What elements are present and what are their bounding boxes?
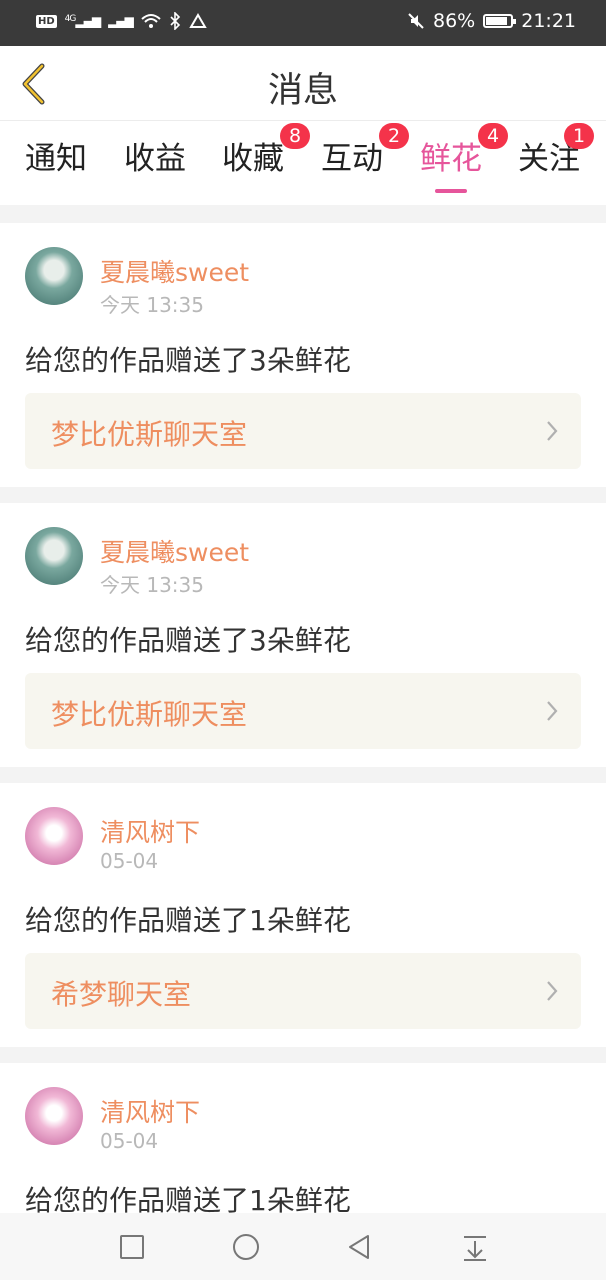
- status-left-icons: HD 4G▂▄▆ ▂▄▆: [36, 12, 207, 30]
- message-time: 05-04: [100, 849, 159, 873]
- chatroom-link[interactable]: 希梦聊天室: [25, 953, 581, 1029]
- chatroom-link[interactable]: 梦比优斯聊天室: [25, 673, 581, 749]
- message-time: 今天 13:35: [100, 573, 204, 597]
- tab-favorites[interactable]: 收藏 8: [222, 123, 310, 193]
- bluetooth-icon: [170, 12, 180, 30]
- notification-pull-button[interactable]: [459, 1231, 491, 1263]
- hd-icon: HD: [36, 14, 57, 28]
- home-button[interactable]: [230, 1231, 262, 1263]
- avatar[interactable]: [25, 527, 83, 585]
- avatar[interactable]: [25, 1087, 83, 1145]
- sender-name[interactable]: 清风树下: [100, 1093, 200, 1129]
- signal-off-icon: ▂▄▆: [108, 14, 134, 28]
- sender-name[interactable]: 清风树下: [100, 813, 200, 849]
- message-card: 清风树下 05-04 给您的作品赠送了1朵鲜花: [0, 1063, 606, 1217]
- active-tab-indicator: [435, 189, 467, 193]
- status-bar: HD 4G▂▄▆ ▂▄▆ 86% 21:21: [0, 0, 606, 46]
- signal-icon: 4G▂▄▆: [64, 14, 101, 28]
- tab-label: 通知: [25, 141, 87, 177]
- battery-percent: 86%: [433, 10, 476, 32]
- chevron-right-icon: [547, 421, 558, 441]
- app-header: 消息: [0, 46, 606, 121]
- tab-earnings[interactable]: 收益: [124, 133, 186, 193]
- network-type: 4G: [64, 14, 77, 24]
- tab-badge: 8: [280, 123, 310, 149]
- tab-notifications[interactable]: 通知: [25, 133, 87, 193]
- clock: 21:21: [521, 10, 576, 32]
- tab-following[interactable]: 关注 1: [518, 123, 594, 193]
- tab-label: 鲜花: [420, 141, 482, 177]
- tab-bar: 通知 收益 收藏 8 互动 2 鲜花 4 关注 1: [0, 121, 606, 205]
- recent-apps-button[interactable]: [116, 1231, 148, 1263]
- avatar[interactable]: [25, 807, 83, 865]
- tab-flowers[interactable]: 鲜花 4: [420, 123, 508, 193]
- system-nav-bar: [0, 1213, 606, 1280]
- message-text: 给您的作品赠送了3朵鲜花: [25, 624, 351, 657]
- battery-fill: [486, 17, 507, 25]
- message-text: 给您的作品赠送了3朵鲜花: [25, 344, 351, 377]
- tab-interactions[interactable]: 互动 2: [321, 123, 409, 193]
- message-time: 今天 13:35: [100, 293, 204, 317]
- wifi-icon: [141, 14, 161, 28]
- home-icon: [233, 1234, 259, 1260]
- message-text: 给您的作品赠送了1朵鲜花: [25, 904, 351, 937]
- tab-label: 互动: [321, 141, 383, 177]
- chevron-right-icon: [547, 981, 558, 1001]
- chatroom-name: 梦比优斯聊天室: [51, 698, 248, 731]
- back-icon: [349, 1235, 369, 1259]
- avatar[interactable]: [25, 247, 83, 305]
- tab-badge: 2: [379, 123, 409, 149]
- status-right: 86% 21:21: [407, 10, 576, 32]
- chatroom-link[interactable]: 梦比优斯聊天室: [25, 393, 581, 469]
- battery-icon: [483, 14, 517, 28]
- chevron-right-icon: [547, 701, 558, 721]
- chatroom-name: 希梦聊天室: [51, 978, 192, 1011]
- tab-label: 收益: [124, 141, 186, 177]
- message-card: 清风树下 05-04 给您的作品赠送了1朵鲜花 希梦聊天室: [0, 783, 606, 1047]
- message-time: 05-04: [100, 1129, 159, 1153]
- recent-apps-icon: [120, 1235, 144, 1259]
- message-card: 夏晨曦sweet 今天 13:35 给您的作品赠送了3朵鲜花 梦比优斯聊天室: [0, 223, 606, 487]
- tab-badge: 4: [478, 123, 508, 149]
- sender-name[interactable]: 夏晨曦sweet: [100, 533, 249, 569]
- mute-icon: [408, 13, 424, 29]
- sender-name[interactable]: 夏晨曦sweet: [100, 253, 249, 289]
- alert-triangle-icon: [189, 13, 207, 28]
- system-back-button[interactable]: [344, 1231, 376, 1263]
- message-card: 夏晨曦sweet 今天 13:35 给您的作品赠送了3朵鲜花 梦比优斯聊天室: [0, 503, 606, 767]
- page-title: 消息: [267, 71, 338, 111]
- notification-pull-icon: [464, 1236, 486, 1261]
- chatroom-name: 梦比优斯聊天室: [51, 418, 248, 451]
- tab-label: 收藏: [222, 141, 284, 177]
- tab-badge: 1: [564, 123, 594, 149]
